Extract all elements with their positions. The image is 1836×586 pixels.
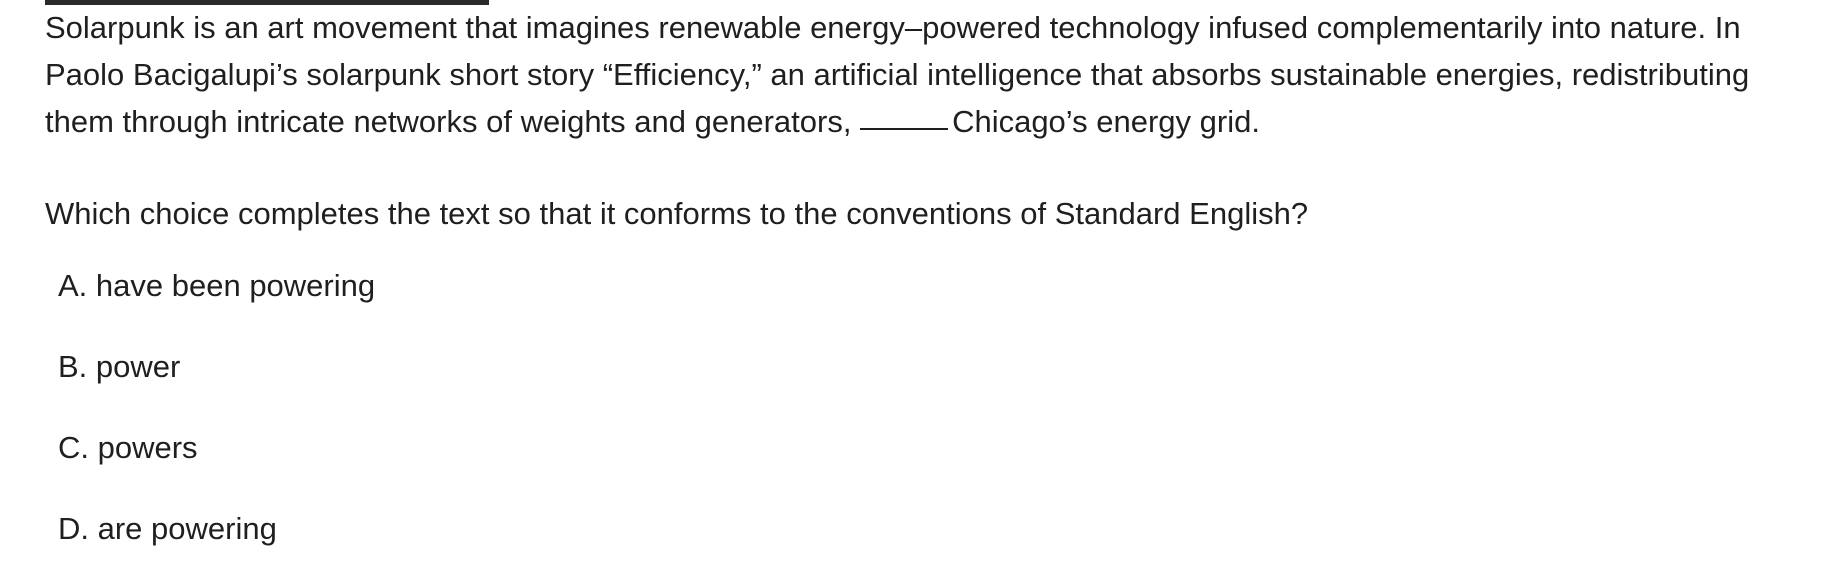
passage-text-before-blank: Solarpunk is an art movement that imagin… [45, 10, 1750, 139]
choice-c[interactable]: C. powers [58, 424, 375, 471]
choice-d[interactable]: D. are powering [58, 505, 375, 552]
answer-choices: A. have been powering B. power C. powers… [58, 262, 375, 586]
question-prompt: Which choice completes the text so that … [45, 196, 1309, 231]
choice-b[interactable]: B. power [58, 343, 375, 390]
choice-a[interactable]: A. have been powering [58, 262, 375, 309]
answer-blank [860, 128, 949, 130]
passage-text-after-blank: Chicago’s energy grid. [952, 104, 1260, 139]
passage-text: Solarpunk is an art movement that imagin… [45, 4, 1815, 145]
